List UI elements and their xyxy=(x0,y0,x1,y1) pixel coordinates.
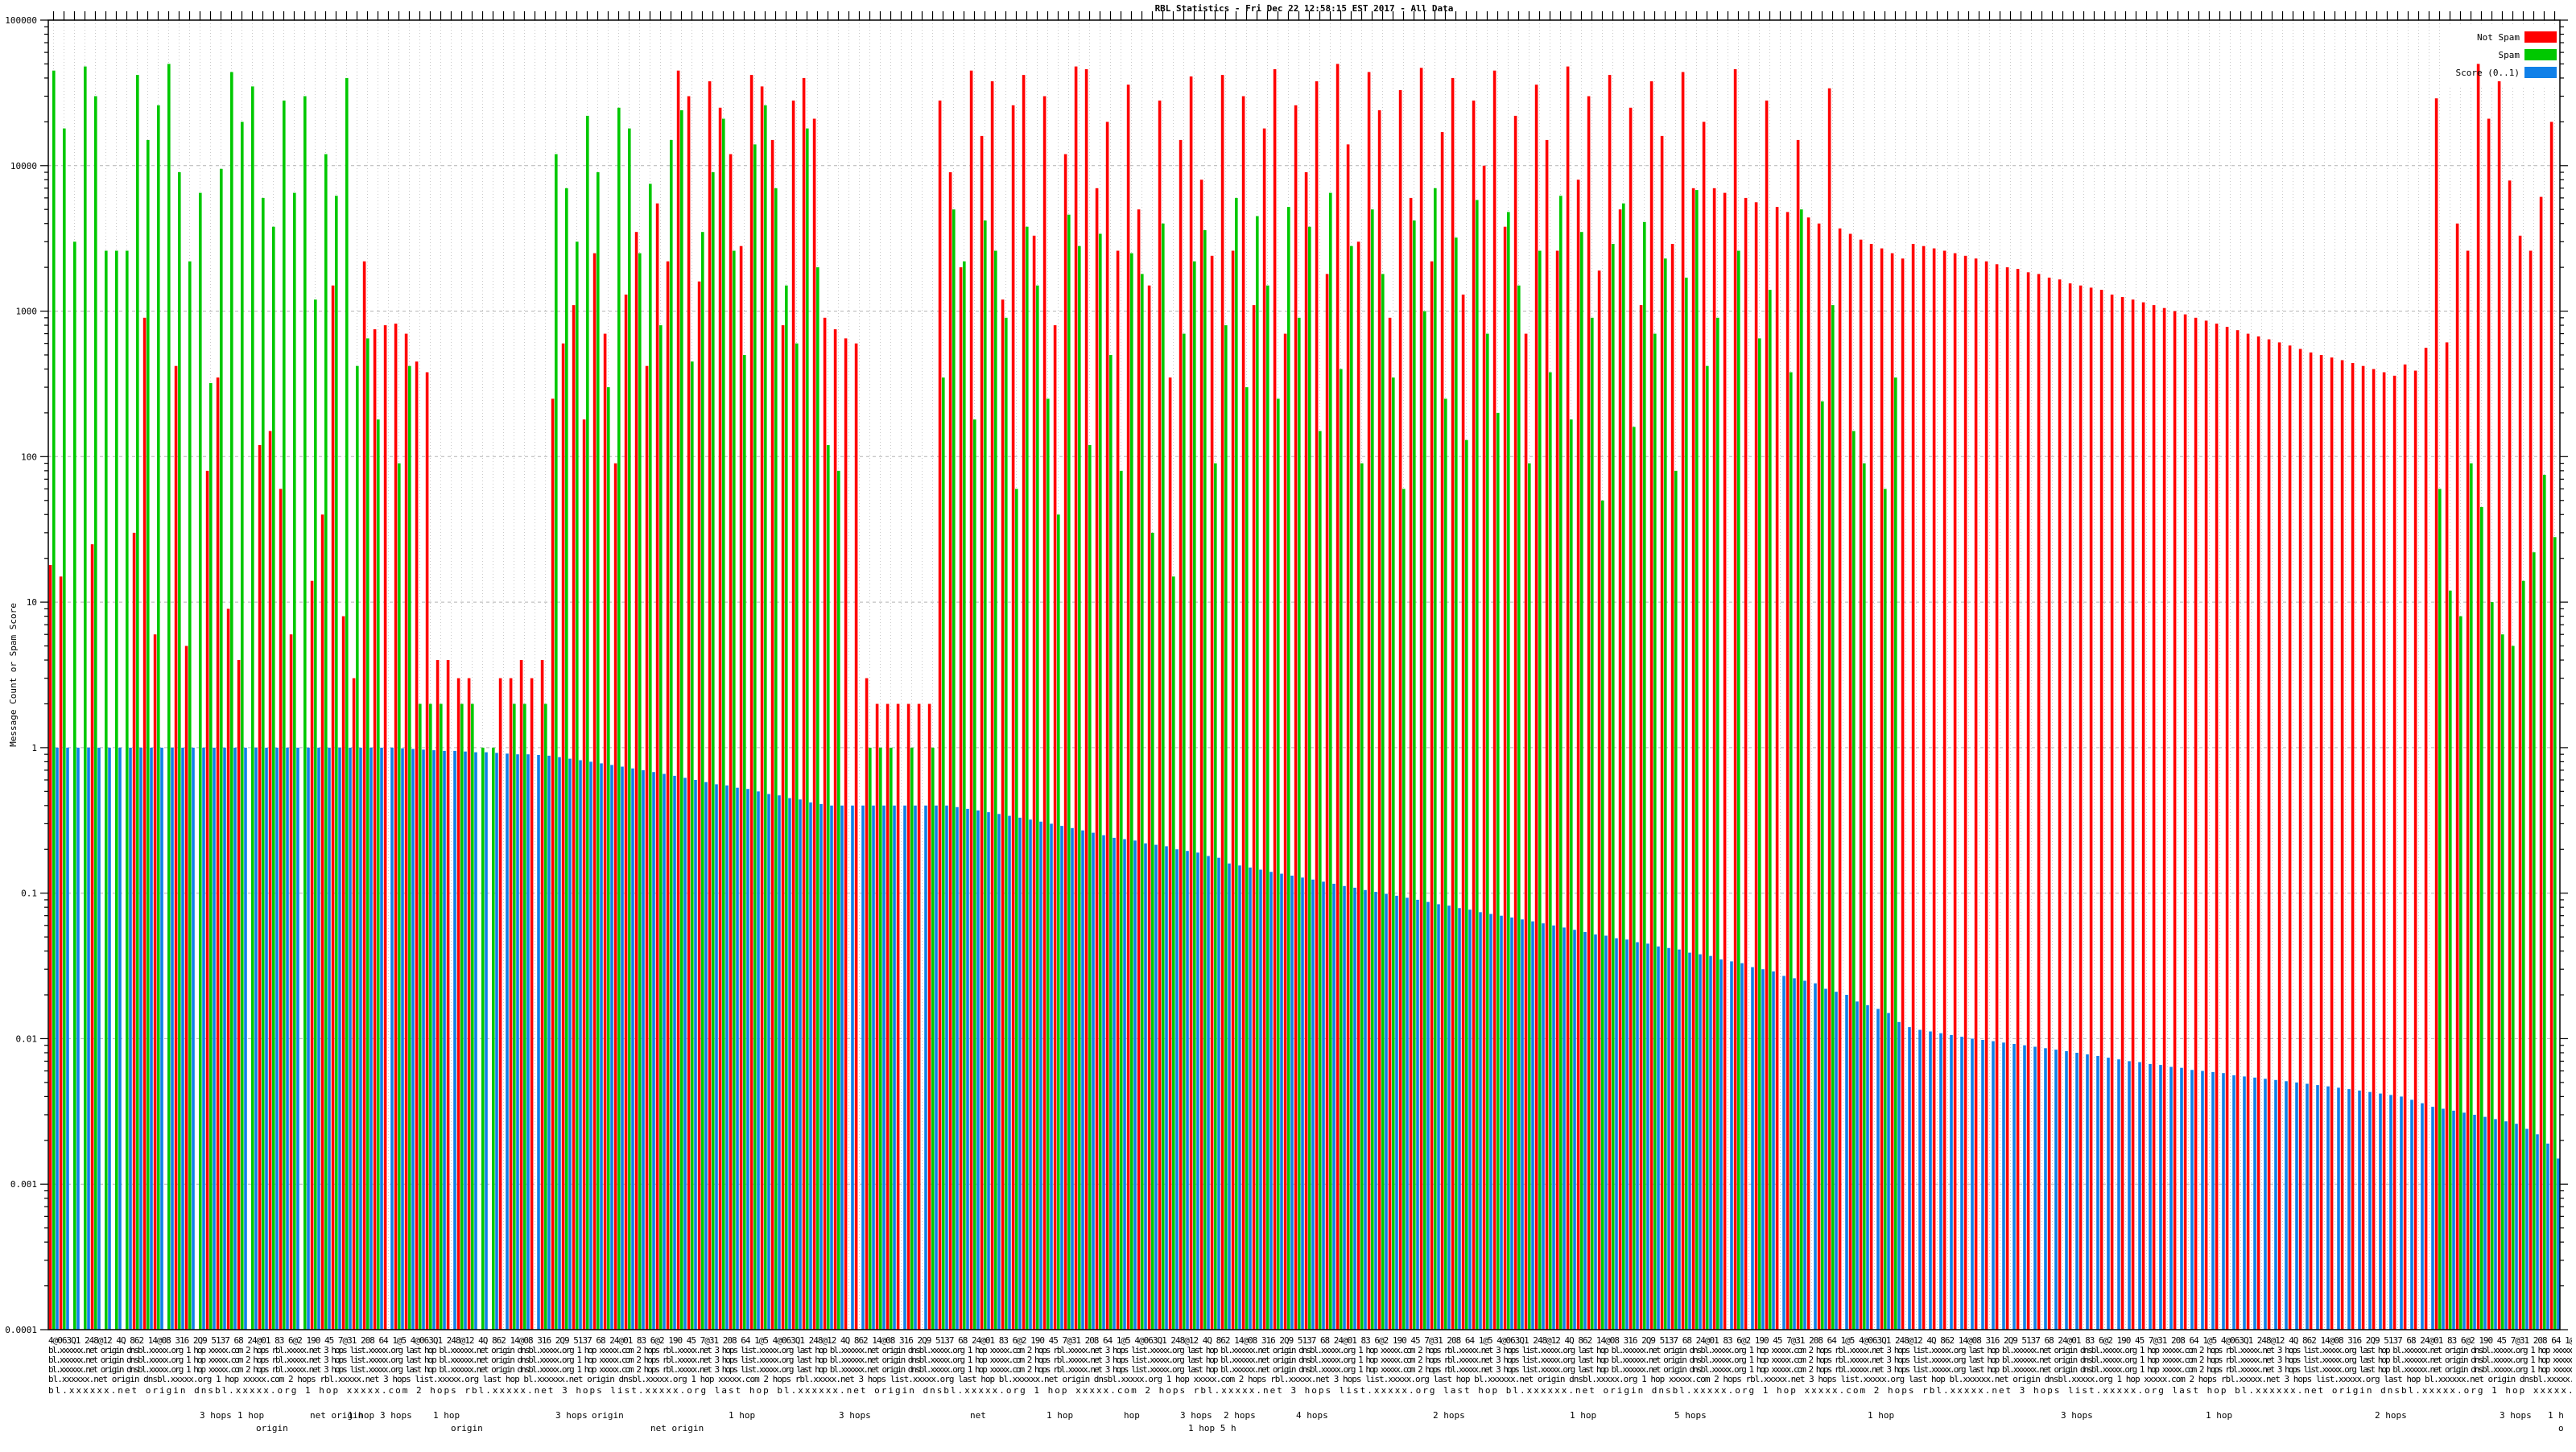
svg-text:1000: 1000 xyxy=(16,307,38,317)
x-label-fragment: 1 h xyxy=(2548,1410,2564,1421)
x-label-fragment: 1 hop xyxy=(2206,1410,2233,1421)
x-label-fragment: 3 hops xyxy=(380,1410,412,1421)
x-label-fragment: 2 hops xyxy=(2375,1410,2407,1421)
x-label-fragment: 3 hops xyxy=(839,1410,871,1421)
x-label-fragment: 1 hop xyxy=(729,1410,756,1421)
x-label-fragment: net xyxy=(970,1410,986,1421)
x-label-fragment: 3 hops xyxy=(1180,1410,1212,1421)
legend-label: Not Spam xyxy=(2477,32,2520,43)
svg-text:0.0001: 0.0001 xyxy=(5,1325,37,1335)
x-label-smear-row: bl.xxxxxx.net origin dnsbl.xxxxx.org 1 h… xyxy=(48,1374,2572,1384)
x-label-fragment: 4 hops xyxy=(1296,1410,1328,1421)
svg-text:100: 100 xyxy=(21,452,37,462)
x-label-smear-row: bl.xxxxxx.net origin dnsbl.xxxxx.org 1 h… xyxy=(48,1385,2572,1396)
svg-text:10: 10 xyxy=(27,597,37,608)
x-label-fragment: 2 hops xyxy=(1433,1410,1465,1421)
legend-label: Score (0..1) xyxy=(2456,68,2520,78)
x-label-fragment: 2 hops xyxy=(1224,1410,1256,1421)
x-label-fragment: 3 hops xyxy=(200,1410,232,1421)
x-label-fragment: 1 hop xyxy=(237,1410,265,1421)
rbl-statistics-chart: 100000 10000 1000 100 10 1 0.1 0.01 0.001 0.0001 R… xyxy=(0,0,2576,1449)
legend-label: Spam xyxy=(2499,50,2520,60)
x-label-fragment: 1 hop xyxy=(1868,1410,1895,1421)
svg-text:1: 1 xyxy=(31,743,37,753)
x-label-fragment: hop xyxy=(1124,1410,1140,1421)
grid-vertical xyxy=(53,20,2555,1330)
svg-text:0.01: 0.01 xyxy=(16,1033,38,1044)
x-label-fragment: origin xyxy=(451,1423,483,1433)
legend-swatch xyxy=(2524,31,2557,43)
x-label-fragment: 5 hops xyxy=(1674,1410,1707,1421)
x-label-fragment: net origin xyxy=(650,1423,704,1433)
x-label-fragment: 3 hops xyxy=(555,1410,588,1421)
x-label-fragment: 3 hops xyxy=(2500,1410,2532,1421)
plot-border xyxy=(47,19,2561,1330)
svg-text:0.1: 0.1 xyxy=(21,889,37,899)
plot-canvas: 100000 10000 1000 100 10 1 0.1 0.01 0.001 0.0001 R… xyxy=(5,3,2568,1335)
svg-text:100000: 100000 xyxy=(5,15,37,26)
x-label-fragment: origin xyxy=(256,1423,288,1433)
legend-swatch xyxy=(2524,49,2557,60)
grid-horizontal xyxy=(48,165,2560,1185)
y-axis-title: Message Count or Spam Score xyxy=(8,603,19,747)
x-label-fragment: o xyxy=(2558,1423,2564,1433)
chart-title: RBL Statistics - Fri Dec 22 12:58:15 EST… xyxy=(1155,3,1454,14)
legend-swatch xyxy=(2524,67,2557,78)
x-label-fragment: 1 hop xyxy=(433,1410,460,1421)
svg-text:10000: 10000 xyxy=(10,161,37,171)
x-label-fragment: 3 hops xyxy=(2061,1410,2093,1421)
x-label-fragment: 1 hop xyxy=(1570,1410,1597,1421)
x-label-fragment: 1 hop 5 h xyxy=(1188,1423,1236,1433)
x-label-fragment: 1 hop xyxy=(348,1410,375,1421)
svg-text:0.001: 0.001 xyxy=(10,1179,37,1190)
x-label-fragment: 1 hop xyxy=(1046,1410,1074,1421)
x-label-fragment: origin xyxy=(592,1410,624,1421)
